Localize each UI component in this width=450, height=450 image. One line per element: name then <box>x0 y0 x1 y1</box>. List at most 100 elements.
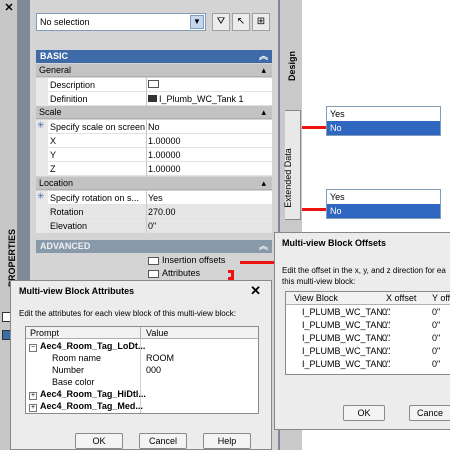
table-header: Prompt Value <box>26 327 258 339</box>
close-icon[interactable]: ✕ <box>3 2 15 14</box>
help-button[interactable]: Help <box>203 433 251 449</box>
yes-no-list[interactable]: Yes No <box>326 189 441 219</box>
tree-group-label: Aec4_Room_Tag_HiDtl... <box>40 389 146 399</box>
table-row[interactable]: I_PLUMB_WC_TAN... 0" 0" <box>286 332 450 345</box>
expand-icon[interactable]: + <box>29 404 37 412</box>
category-scale[interactable]: Scale ▴ <box>36 106 272 119</box>
attributes-dialog-title: Multi-view Block Attributes <box>19 286 135 296</box>
close-icon[interactable]: ✕ <box>250 283 261 299</box>
category-location[interactable]: Location ▴ <box>36 177 272 190</box>
row-y[interactable]: Y 1.00000 <box>36 148 272 162</box>
table-cell[interactable]: 0" <box>432 346 440 356</box>
cancel-button[interactable]: Cance <box>409 405 450 421</box>
callout-bracket <box>228 270 234 280</box>
selection-value: No selection <box>40 17 90 27</box>
divider <box>146 92 147 106</box>
row-specify-scale[interactable]: ✳ Specify scale on screen No <box>36 120 272 134</box>
tab-design[interactable]: Design <box>287 49 299 83</box>
insertion-offsets-label: Insertion offsets <box>162 255 226 265</box>
tree-group-label: Aec4_Room_Tag_Med... <box>40 401 143 411</box>
row-z[interactable]: Z 1.00000 <box>36 162 272 176</box>
collapse-icon[interactable]: ▴ <box>261 177 266 190</box>
section-advanced[interactable]: ADVANCED ︽ <box>36 240 272 253</box>
row-definition[interactable]: Definition I_Plumb_WC_Tank 1 <box>36 92 272 106</box>
section-basic-label: BASIC <box>40 51 69 61</box>
offsets-table[interactable]: View Block X offset Y off I_PLUMB_WC_TAN… <box>285 291 450 375</box>
table-cell[interactable]: 0" <box>382 320 390 330</box>
selection-dropdown[interactable]: No selection ▼ <box>36 13 206 31</box>
attributes-instruction: Edit the attributes for each view block … <box>19 309 236 318</box>
attribute-value[interactable]: 000 <box>146 365 161 375</box>
collapse-icon[interactable]: − <box>29 344 37 352</box>
row-gutter <box>36 78 48 92</box>
row-specify-rotation[interactable]: ✳ Specify rotation on s... Yes <box>36 191 272 205</box>
worksheet-icon <box>148 269 159 278</box>
ok-button[interactable]: OK <box>75 433 123 449</box>
table-cell[interactable]: 0" <box>382 333 390 343</box>
ok-button[interactable]: OK <box>343 405 385 421</box>
table-row[interactable]: Room name ROOM <box>26 353 258 364</box>
column-header: Value <box>146 328 169 338</box>
table-cell[interactable]: 0" <box>382 307 390 317</box>
column-header: Prompt <box>30 328 60 338</box>
row-label: Specify scale on screen <box>50 122 145 132</box>
row-value: 270.00 <box>148 207 176 217</box>
table-row[interactable]: I_PLUMB_WC_TAN... 0" 0" <box>286 345 450 358</box>
table-cell: I_PLUMB_WC_TAN... <box>302 333 391 343</box>
attributes-label: Attributes <box>162 268 201 278</box>
row-description[interactable]: Description <box>36 78 272 92</box>
table-cell[interactable]: 0" <box>432 307 440 317</box>
divider <box>146 205 147 219</box>
row-elevation[interactable]: Elevation 0" <box>36 219 272 233</box>
yes-no-list[interactable]: Yes No <box>326 106 441 136</box>
row-rotation[interactable]: Rotation 270.00 <box>36 205 272 219</box>
tree-group[interactable]: + Aec4_Room_Tag_Med... <box>29 401 257 412</box>
option-no[interactable]: No <box>327 204 440 218</box>
chevron-down-icon[interactable]: ▼ <box>190 15 204 29</box>
divider <box>146 191 147 205</box>
worksheet-icon <box>148 256 159 265</box>
table-row[interactable]: I_PLUMB_WC_TAN... 0" 0" <box>286 319 450 332</box>
cancel-button[interactable]: Cancel <box>139 433 187 449</box>
table-cell[interactable]: 0" <box>382 359 390 369</box>
row-x[interactable]: X 1.00000 <box>36 134 272 148</box>
table-cell[interactable]: 0" <box>432 359 440 369</box>
tree-group[interactable]: + Aec4_Room_Tag_HiDtl... <box>29 389 257 400</box>
collapse-icon[interactable]: ︽ <box>259 240 268 253</box>
attributes-dialog: Multi-view Block Attributes ✕ Edit the a… <box>10 280 272 450</box>
attribute-value[interactable]: ROOM <box>146 353 174 363</box>
sparkle-icon: ✳ <box>37 120 45 130</box>
attribute-prompt: Base color <box>52 377 95 387</box>
table-cell[interactable]: 0" <box>432 333 440 343</box>
offsets-dialog: Multi-view Block Offsets Edit the offset… <box>274 232 450 430</box>
option-no[interactable]: No <box>327 121 440 135</box>
table-row[interactable]: Number 000 <box>26 365 258 376</box>
category-general[interactable]: General ▴ <box>36 64 272 77</box>
table-cell[interactable]: 0" <box>432 320 440 330</box>
tree-group[interactable]: − Aec4_Room_Tag_LoDt... <box>29 341 257 352</box>
divider <box>146 134 147 148</box>
collapse-icon[interactable]: ▴ <box>261 64 266 77</box>
column-header: View Block <box>294 293 338 303</box>
section-basic[interactable]: BASIC ︽ <box>36 50 272 63</box>
option-yes[interactable]: Yes <box>327 107 440 121</box>
table-row[interactable]: I_PLUMB_WC_TAN... 0" 0" <box>286 358 450 371</box>
row-value: 1.00000 <box>148 150 181 160</box>
tab-extended-data[interactable]: Extended Data <box>283 148 295 208</box>
row-label: Rotation <box>50 207 84 217</box>
table-row[interactable]: Base color <box>26 377 258 388</box>
description-worksheet-icon[interactable] <box>148 79 270 91</box>
pickadd-toggle-icon[interactable]: ⊞ <box>252 13 270 31</box>
table-cell[interactable]: 0" <box>382 346 390 356</box>
attributes-button[interactable]: Attributes <box>148 268 228 280</box>
expand-icon[interactable]: + <box>29 392 37 400</box>
collapse-icon[interactable]: ︽ <box>259 50 268 63</box>
quick-select-icon[interactable]: ⛛ <box>212 13 230 31</box>
select-objects-icon[interactable]: ↖ <box>232 13 250 31</box>
collapse-icon[interactable]: ▴ <box>261 106 266 119</box>
callout-line <box>240 261 276 264</box>
divider <box>146 148 147 162</box>
option-yes[interactable]: Yes <box>327 190 440 204</box>
attributes-grid[interactable]: Prompt Value − Aec4_Room_Tag_LoDt... Room… <box>25 326 259 414</box>
table-row[interactable]: I_PLUMB_WC_TAN... 0" 0" <box>286 306 450 319</box>
